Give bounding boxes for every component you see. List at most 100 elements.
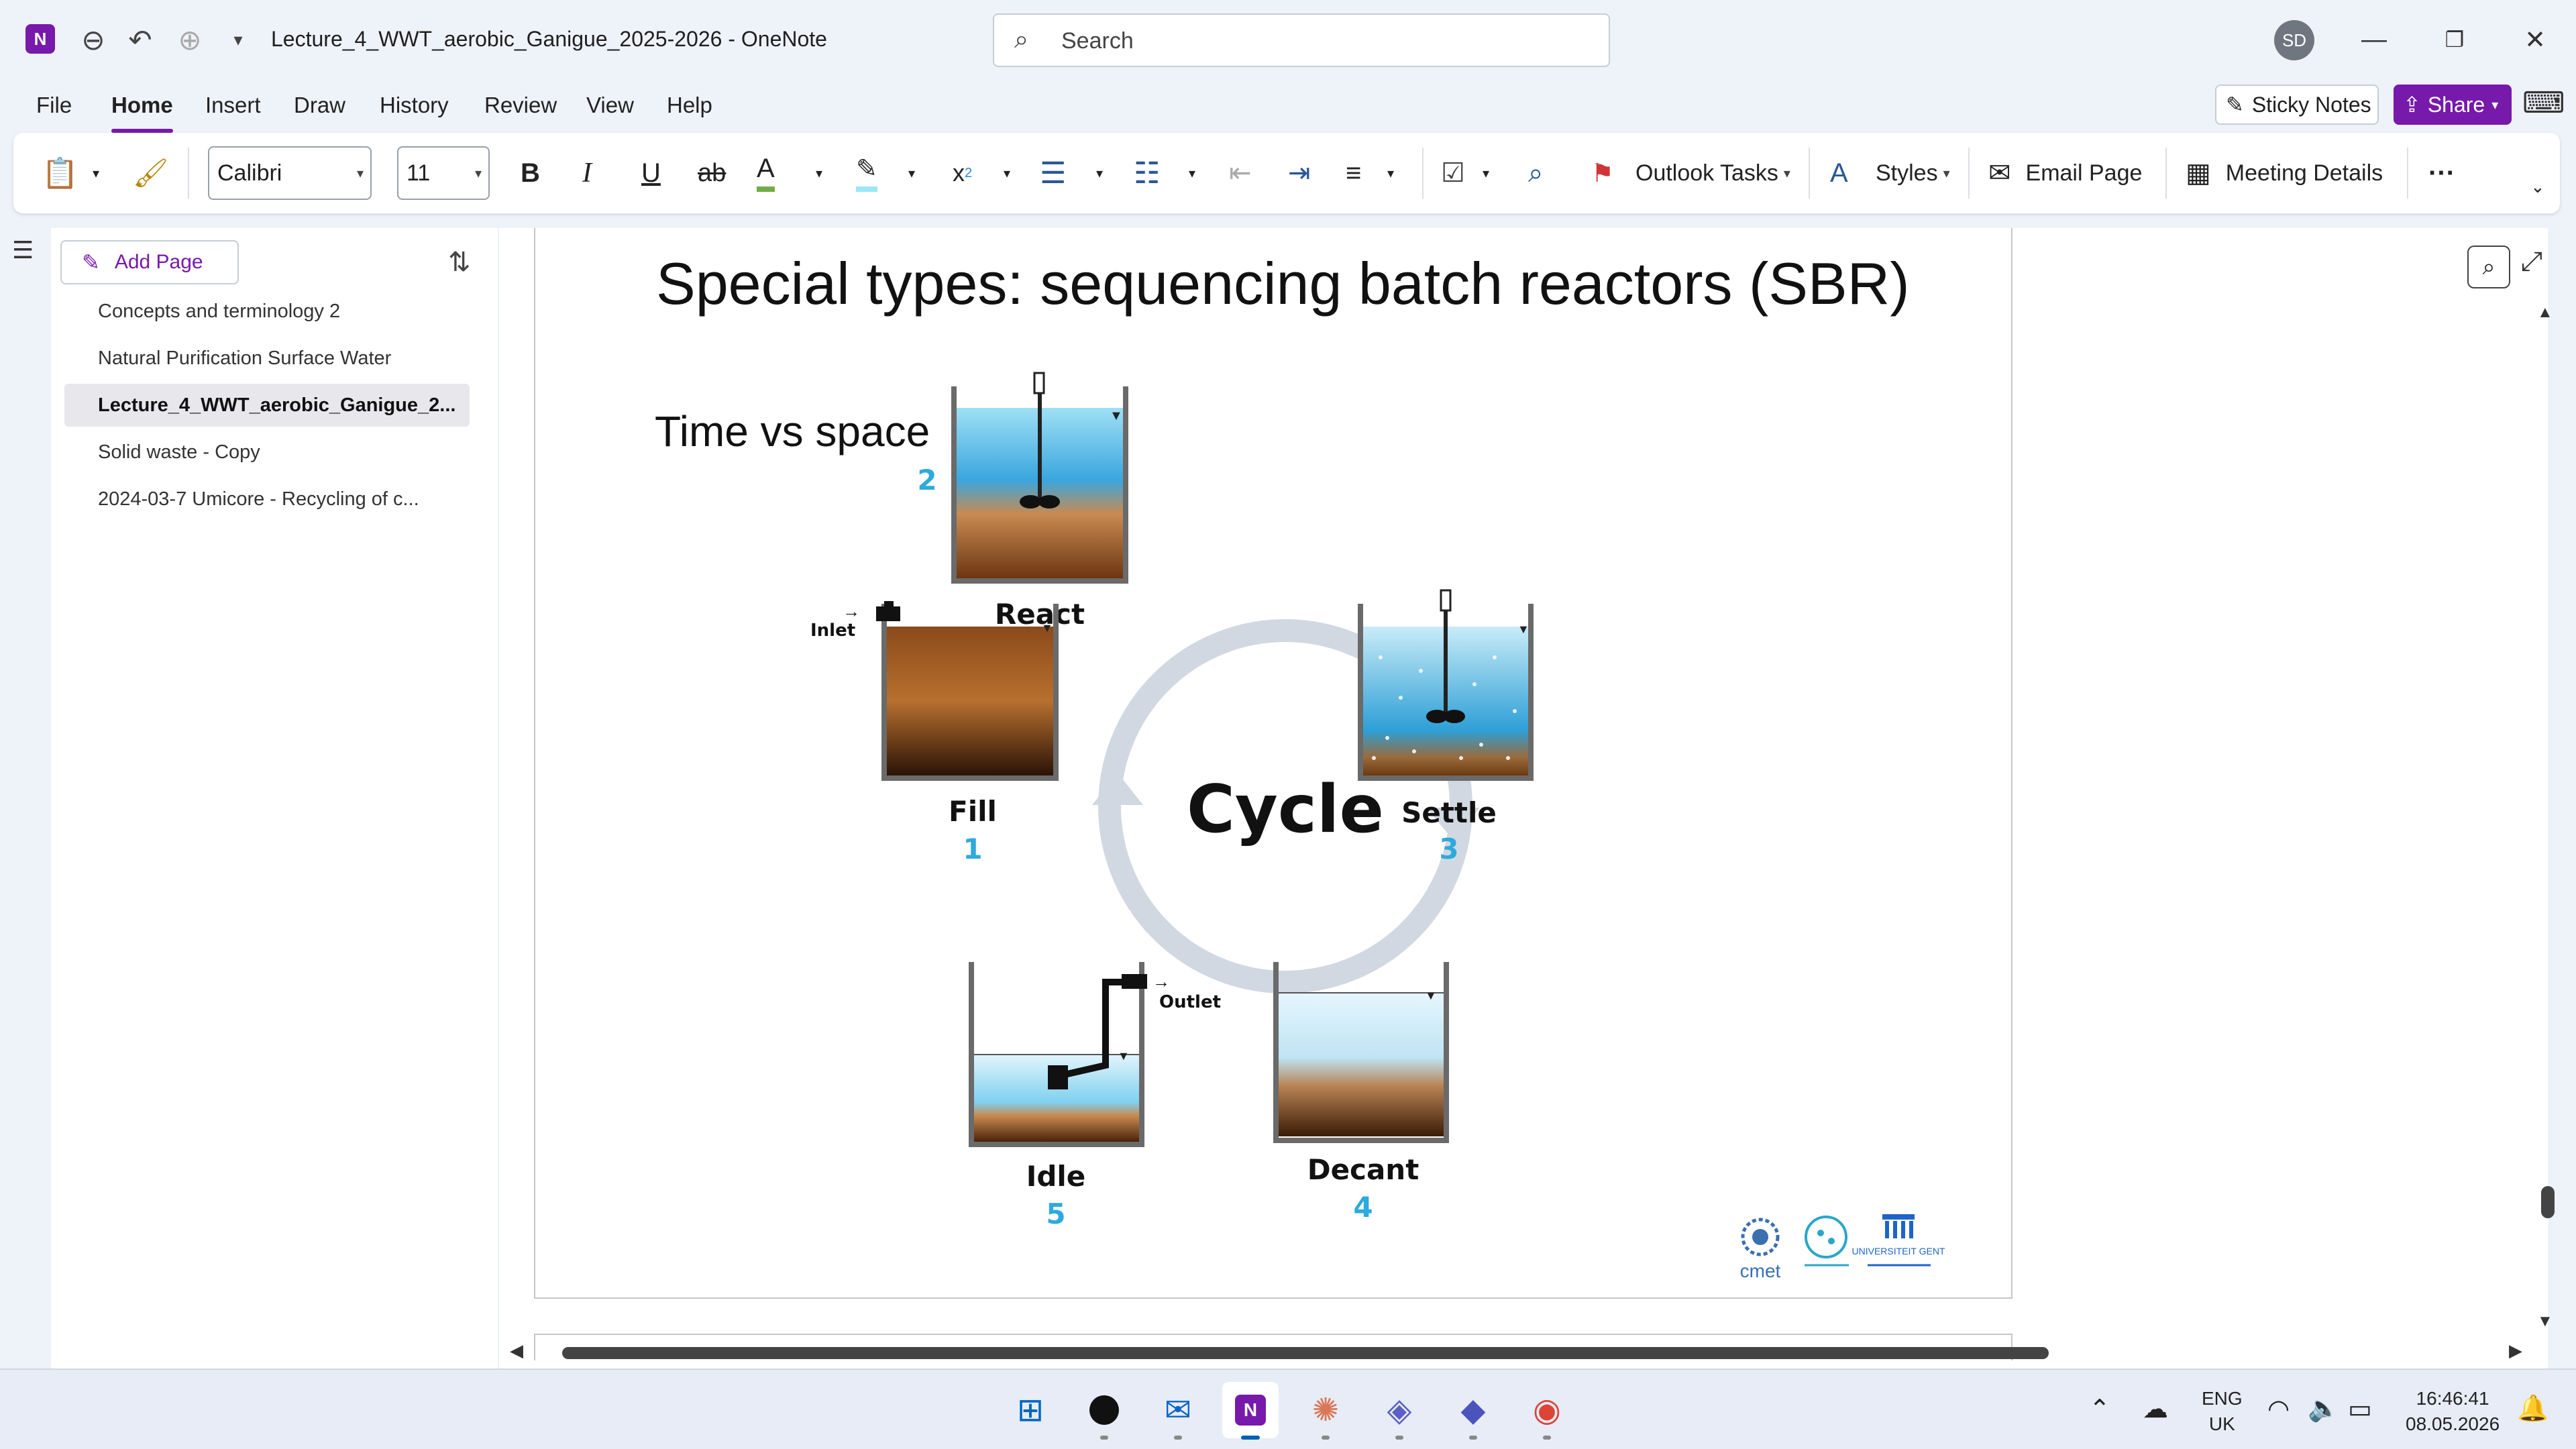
meeting-details-button[interactable]: ▦ Meeting Details <box>2186 150 2383 196</box>
chevron-down-icon: ▾ <box>474 166 482 181</box>
react-label: React <box>995 598 1085 631</box>
menu-help[interactable]: Help <box>667 93 712 118</box>
strikethrough-button[interactable]: ab <box>698 150 726 196</box>
navigation-toggle-icon[interactable]: ☰ <box>12 236 34 264</box>
align-icon[interactable]: ≡ <box>1346 150 1361 196</box>
start-icon[interactable]: ⊞ <box>1002 1382 1059 1438</box>
find-tags-icon[interactable]: ⌕ <box>1528 150 1543 196</box>
numbering-icon[interactable]: ☷ <box>1134 150 1160 196</box>
menu-insert[interactable]: Insert <box>205 93 261 118</box>
scroll-down-arrow[interactable]: ▼ <box>2537 1312 2553 1331</box>
highlight-icon[interactable]: ✎ <box>856 150 877 192</box>
add-page-label: Add Page <box>114 251 203 273</box>
feedback-icon[interactable]: ⌨ <box>2522 86 2565 120</box>
styles-button[interactable]: Styles ▾ <box>1876 150 1950 196</box>
minimize-button[interactable]: — <box>2351 19 2398 60</box>
bold-button[interactable]: B <box>521 150 540 196</box>
font-color-dropdown-icon[interactable]: ▾ <box>816 150 822 196</box>
close-button[interactable]: ✕ <box>2512 19 2559 60</box>
page-canvas[interactable]: Special types: sequencing batch reactors… <box>499 228 2548 1368</box>
page-item[interactable]: Solid waste - Copy <box>64 431 470 474</box>
menu-review[interactable]: Review <box>484 93 557 118</box>
collapse-ribbon-icon[interactable]: ⌄ <box>2530 164 2545 209</box>
numbering-dropdown-icon[interactable]: ▾ <box>1189 150 1195 196</box>
scroll-up-arrow[interactable]: ▲ <box>2537 303 2553 322</box>
undo-icon[interactable]: ↶ <box>121 20 160 59</box>
language-indicator[interactable]: ENG UK <box>2202 1386 2243 1437</box>
avatar[interactable]: SD <box>2274 20 2314 60</box>
ribbon-separator <box>1422 148 1424 199</box>
horizontal-scrollbar-thumb[interactable] <box>562 1347 2049 1359</box>
menu-home[interactable]: Home <box>111 93 173 118</box>
tag-checkbox-icon[interactable]: ☑ <box>1441 150 1465 196</box>
copilot-app-icon[interactable] <box>1076 1382 1132 1440</box>
teams-work-app-icon[interactable]: ◆ <box>1445 1382 1501 1440</box>
running-indicator <box>1543 1436 1551 1440</box>
underline-button[interactable]: U <box>641 150 661 196</box>
teams-app-icon[interactable]: ◈ <box>1371 1382 1428 1440</box>
menu-file[interactable]: File <box>36 93 72 118</box>
share-icon: ⇪ <box>2403 93 2421 117</box>
align-dropdown-icon[interactable]: ▾ <box>1387 150 1394 196</box>
restore-button[interactable]: ❐ <box>2431 19 2478 60</box>
chrome-app-icon[interactable]: ◉ <box>1519 1382 1575 1440</box>
scroll-left-arrow[interactable]: ◀ <box>510 1340 523 1361</box>
menu-view[interactable]: View <box>586 93 634 118</box>
ribbon-separator <box>2165 148 2167 199</box>
format-painter-icon[interactable]: 🖌 <box>133 150 168 196</box>
page-item[interactable]: 2024-03-7 Umicore - Recycling of c... <box>64 478 470 521</box>
sticky-notes-button[interactable]: ✎ Sticky Notes <box>2215 85 2379 125</box>
sort-pages-icon[interactable]: ⇅ <box>448 247 471 278</box>
email-page-label: Email Page <box>2025 160 2143 186</box>
page-item[interactable]: Concepts and terminology 2 <box>64 290 470 333</box>
cycle-label: Cycle <box>1187 771 1384 848</box>
highlight-dropdown-icon[interactable]: ▾ <box>908 150 915 196</box>
running-indicator <box>1469 1436 1477 1440</box>
paste-dropdown-icon[interactable]: ▾ <box>93 150 99 196</box>
font-size-select[interactable]: 11 ▾ <box>397 146 490 200</box>
volume-icon[interactable]: 🔈 <box>2308 1394 2339 1424</box>
clock[interactable]: 16:46:41 08.05.2026 <box>2406 1386 2500 1437</box>
bullets-icon[interactable]: ☰ <box>1040 150 1066 196</box>
svg-text:→: → <box>843 601 860 621</box>
italic-button[interactable]: I <box>582 150 592 196</box>
bullets-dropdown-icon[interactable]: ▾ <box>1096 150 1103 196</box>
paste-icon[interactable]: 📋 <box>42 150 78 196</box>
expand-icon[interactable]: ⤢ <box>2521 247 2542 277</box>
menu-draw[interactable]: Draw <box>294 93 345 118</box>
font-color-button[interactable]: A <box>757 150 775 192</box>
styles-icon[interactable]: A <box>1830 150 1848 196</box>
add-page-button[interactable]: ✎ Add Page <box>60 240 239 284</box>
battery-icon[interactable]: ▭ <box>2348 1394 2372 1424</box>
search-input[interactable]: ⌕ Search <box>993 13 1610 67</box>
decrease-indent-icon[interactable]: ⇤ <box>1229 150 1252 196</box>
envelope-icon: ✉ <box>1988 158 2011 188</box>
sbr-cycle-diagram: Cycle ▼ React 2 ▼ → Inlet Fill 1 ▼ Settl… <box>810 372 1945 1281</box>
chevron-up-icon[interactable]: ⌃ <box>2089 1394 2110 1424</box>
font-name-select[interactable]: Calibri ▾ <box>208 146 372 200</box>
subscript-button[interactable]: x2 <box>953 150 972 196</box>
onenote-taskbar-icon[interactable]: N <box>1222 1382 1279 1440</box>
canvas-search-icon[interactable]: ⌕ <box>2467 246 2510 288</box>
increase-indent-icon[interactable]: ⇥ <box>1288 150 1311 196</box>
forward-icon[interactable]: ⊕ <box>170 20 209 59</box>
page-item[interactable]: Natural Purification Surface Water <box>64 337 470 380</box>
wifi-icon[interactable]: ◠ <box>2267 1394 2290 1424</box>
vertical-scrollbar-thumb[interactable] <box>2541 1186 2555 1218</box>
notifications-bell-icon[interactable]: 🔔 <box>2517 1394 2548 1424</box>
outlook-tasks-button[interactable]: Outlook Tasks ▾ <box>1635 150 1790 196</box>
page-item-selected[interactable]: Lecture_4_WWT_aerobic_Ganigue_2... <box>64 384 470 427</box>
outlook-app-icon[interactable]: ✉ <box>1150 1382 1206 1440</box>
menu-history[interactable]: History <box>380 93 449 118</box>
more-options-icon[interactable]: ··· <box>2428 150 2455 196</box>
share-button[interactable]: ⇪ Share ▾ <box>2394 85 2512 125</box>
outlook-flag-icon[interactable]: ⚑ <box>1591 150 1614 196</box>
subscript-dropdown-icon[interactable]: ▾ <box>1004 150 1010 196</box>
email-page-button[interactable]: ✉ Email Page <box>1988 150 2142 196</box>
claude-app-icon[interactable]: ✺ <box>1297 1382 1354 1440</box>
tags-dropdown-icon[interactable]: ▾ <box>1483 150 1489 196</box>
back-icon[interactable]: ⊖ <box>74 20 113 59</box>
onedrive-icon[interactable]: ☁ <box>2143 1394 2168 1424</box>
scroll-right-arrow[interactable]: ▶ <box>2509 1340 2522 1361</box>
quick-access-dropdown-icon[interactable]: ▾ <box>219 20 258 59</box>
